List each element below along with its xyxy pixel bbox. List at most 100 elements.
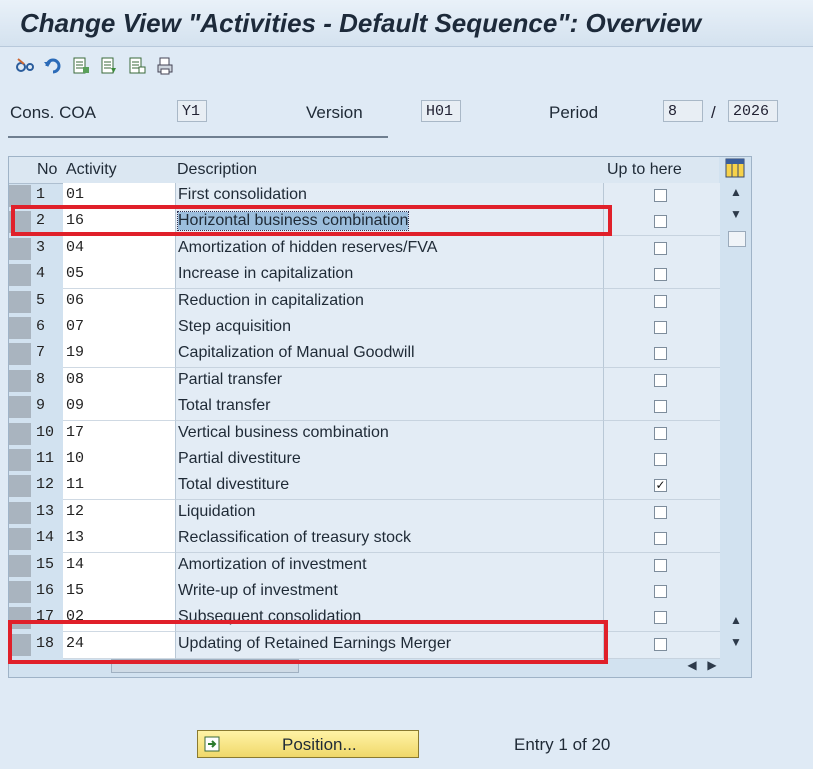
up-to-here-checkbox[interactable] xyxy=(654,268,667,282)
table-row[interactable]: 13 12 Liquidation xyxy=(9,499,720,527)
scroll-down-icon[interactable]: ▼ xyxy=(729,207,743,221)
table-row[interactable]: 12 11 Total divestiture ✓ xyxy=(9,473,720,501)
up-to-here-checkbox[interactable] xyxy=(654,347,667,361)
table-row[interactable]: 4 05 Increase in capitalization xyxy=(9,262,720,290)
row-selector[interactable] xyxy=(9,396,31,419)
description-cell[interactable]: Amortization of investment xyxy=(175,552,604,580)
table-row[interactable]: 14 13 Reclassification of treasury stock xyxy=(9,526,720,554)
activity-cell[interactable]: 04 xyxy=(63,235,175,263)
up-to-here-checkbox[interactable]: ✓ xyxy=(654,479,667,493)
up-to-here-checkbox[interactable] xyxy=(654,453,667,466)
activity-cell[interactable]: 19 xyxy=(63,341,175,369)
activity-cell[interactable]: 10 xyxy=(63,447,175,474)
table-row[interactable]: 7 19 Capitalization of Manual Goodwill xyxy=(9,341,720,369)
row-selector[interactable] xyxy=(9,475,31,498)
description-cell[interactable]: Vertical business combination xyxy=(175,420,604,448)
row-number: 10 xyxy=(36,423,55,441)
up-to-here-checkbox[interactable] xyxy=(654,532,667,546)
table-row[interactable]: 3 04 Amortization of hidden reserves/FVA xyxy=(9,235,720,263)
undo-icon[interactable] xyxy=(42,54,64,78)
up-to-here-checkbox[interactable] xyxy=(654,426,667,440)
row-selector[interactable] xyxy=(9,501,31,524)
activity-cell[interactable]: 07 xyxy=(63,315,175,342)
scroll-left-icon[interactable]: ◀ xyxy=(685,658,699,672)
description-cell[interactable]: Increase in capitalization xyxy=(175,262,604,290)
up-to-here-checkbox[interactable] xyxy=(654,558,667,572)
page-up-icon[interactable]: ▲ xyxy=(729,613,743,627)
version-field[interactable]: H01 xyxy=(421,100,461,122)
description-cell[interactable]: Write-up of investment xyxy=(175,579,604,606)
activity-cell[interactable]: 08 xyxy=(63,367,175,395)
description-cell[interactable]: Total transfer xyxy=(175,394,604,422)
page-down-icon[interactable]: ▼ xyxy=(729,635,743,649)
row-selector[interactable] xyxy=(9,554,31,577)
row-selector[interactable] xyxy=(9,369,31,392)
activity-cell[interactable]: 09 xyxy=(63,394,175,422)
table-row[interactable]: 8 08 Partial transfer xyxy=(9,367,720,395)
description-cell[interactable]: Total divestiture xyxy=(175,473,604,501)
table-row[interactable]: 10 17 Vertical business combination xyxy=(9,420,720,448)
cons-coa-field[interactable]: Y1 xyxy=(177,100,207,122)
scroll-up-icon[interactable]: ▲ xyxy=(729,185,743,199)
up-to-here-checkbox[interactable] xyxy=(654,400,667,414)
row-selector[interactable] xyxy=(9,343,31,366)
description-cell[interactable]: Step acquisition xyxy=(175,315,604,342)
copy-icon[interactable] xyxy=(70,54,92,78)
scroll-right-icon[interactable]: ▶ xyxy=(705,658,719,672)
select-all-icon[interactable] xyxy=(126,54,148,78)
description-cell[interactable]: Partial transfer xyxy=(175,367,604,395)
row-selector[interactable] xyxy=(9,317,31,339)
row-selector[interactable] xyxy=(9,581,31,603)
table-row[interactable]: 5 06 Reduction in capitalization xyxy=(9,288,720,316)
year-field[interactable]: 2026 xyxy=(728,100,778,122)
vertical-scrollbar[interactable]: ▲ ▼ ▲ ▼ xyxy=(725,183,747,673)
up-to-here-checkbox[interactable] xyxy=(654,505,667,519)
up-to-here-checkbox[interactable] xyxy=(654,241,667,255)
description-cell[interactable]: Capitalization of Manual Goodwill xyxy=(175,341,604,369)
description-cell[interactable]: Amortization of hidden reserves/FVA xyxy=(175,235,604,263)
column-settings-icon[interactable] xyxy=(725,158,745,180)
up-to-here-checkbox[interactable] xyxy=(654,189,667,202)
row-selector[interactable] xyxy=(9,528,31,551)
description-cell[interactable]: Reclassification of treasury stock xyxy=(175,526,604,554)
row-selector[interactable] xyxy=(9,290,31,313)
row-selector[interactable] xyxy=(9,237,31,260)
activity-cell[interactable]: 13 xyxy=(63,526,175,554)
up-to-here-checkbox[interactable] xyxy=(654,294,667,308)
row-selector[interactable] xyxy=(9,449,31,471)
col-header-no[interactable]: No xyxy=(37,161,57,179)
up-to-here-checkbox[interactable] xyxy=(654,611,667,625)
table-row[interactable]: 9 09 Total transfer xyxy=(9,394,720,422)
print-icon[interactable] xyxy=(154,54,176,78)
activity-cell[interactable]: 14 xyxy=(63,552,175,580)
position-button[interactable]: Position... xyxy=(197,730,419,758)
period-field[interactable]: 8 xyxy=(663,100,703,122)
activity-cell[interactable]: 11 xyxy=(63,473,175,501)
up-to-here-checkbox[interactable] xyxy=(654,585,667,598)
row-selector[interactable] xyxy=(9,422,31,445)
col-header-description[interactable]: Description xyxy=(177,161,257,179)
table-row[interactable]: 16 15 Write-up of investment xyxy=(9,579,720,606)
up-to-here-checkbox[interactable] xyxy=(654,215,667,229)
activity-cell[interactable]: 05 xyxy=(63,262,175,290)
table-row[interactable]: 15 14 Amortization of investment xyxy=(9,552,720,580)
up-to-here-checkbox[interactable] xyxy=(654,637,667,651)
up-to-here-checkbox[interactable] xyxy=(654,373,667,387)
activity-cell[interactable]: 12 xyxy=(63,499,175,527)
description-cell[interactable]: Partial divestiture xyxy=(175,447,604,474)
scroll-thumb[interactable] xyxy=(728,231,746,247)
col-header-activity[interactable]: Activity xyxy=(66,161,117,179)
description-cell[interactable]: Liquidation xyxy=(175,499,604,527)
up-to-here-checkbox[interactable] xyxy=(654,321,667,334)
description-cell[interactable]: Reduction in capitalization xyxy=(175,288,604,316)
activity-cell[interactable]: 17 xyxy=(63,420,175,448)
new-entries-icon[interactable] xyxy=(98,54,120,78)
row-selector[interactable] xyxy=(9,185,31,207)
activity-cell[interactable]: 06 xyxy=(63,288,175,316)
table-row[interactable]: 6 07 Step acquisition xyxy=(9,315,720,342)
glasses-change-icon[interactable] xyxy=(14,54,36,78)
activity-cell[interactable]: 15 xyxy=(63,579,175,606)
row-selector[interactable] xyxy=(9,264,31,287)
col-header-up-to-here[interactable]: Up to here xyxy=(607,161,682,179)
table-row[interactable]: 11 10 Partial divestiture xyxy=(9,447,720,474)
